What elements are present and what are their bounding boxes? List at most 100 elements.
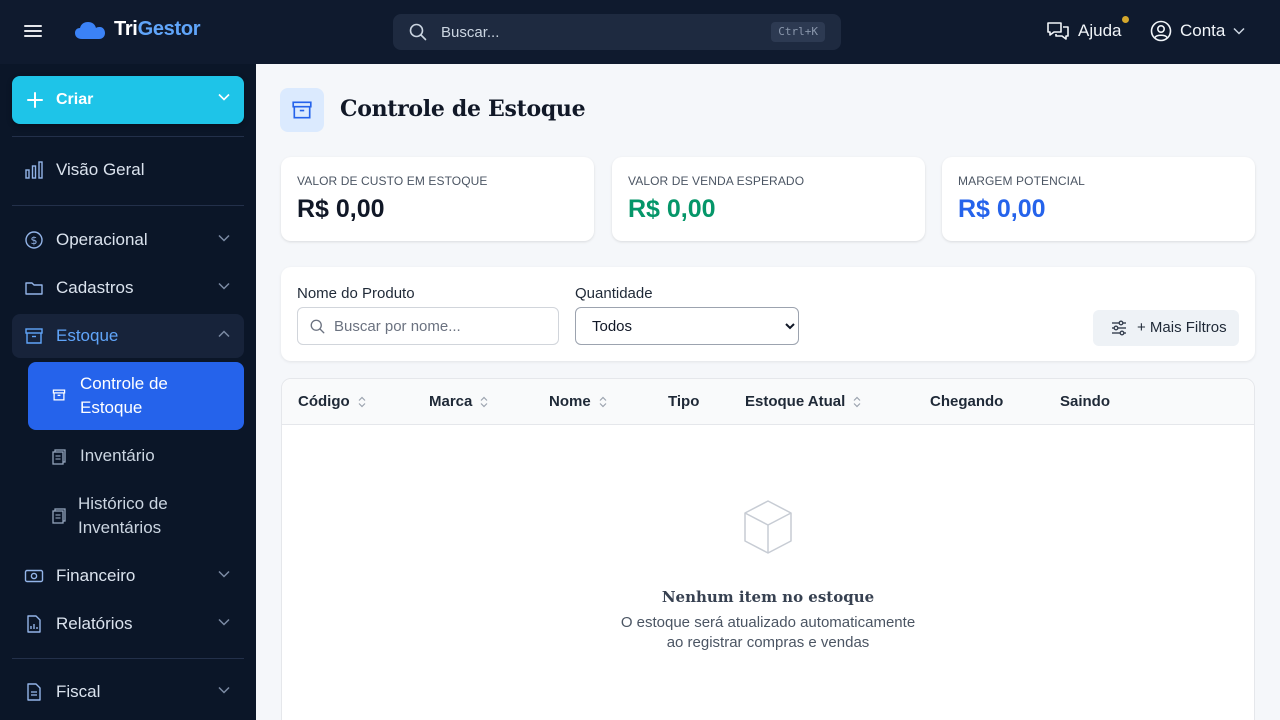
page-title: Controle de Estoque <box>340 96 586 122</box>
sidebar-divider <box>12 658 244 659</box>
chevron-down-icon <box>218 686 230 694</box>
clipboard-icon <box>52 449 66 465</box>
search-shortcut-badge: Ctrl+K <box>771 22 825 42</box>
sidebar-item-label: Fiscal <box>56 682 101 701</box>
summary-card-label: VALOR DE VENDA ESPERADO <box>628 174 805 188</box>
clipboard-icon <box>52 508 66 524</box>
column-header-label: Nome <box>549 393 591 410</box>
account-label: Conta <box>1180 21 1226 40</box>
sliders-icon <box>1112 320 1126 336</box>
filter-panel: Nome do Produto Quantidade Todos + Mais … <box>281 267 1255 361</box>
chevron-down-icon <box>218 234 230 242</box>
column-header-label: Tipo <box>668 393 700 410</box>
sidebar-item-label: Relatórios <box>56 614 133 633</box>
account-menu[interactable]: Conta <box>1150 20 1245 42</box>
app-logo[interactable]: TriGestor <box>74 18 201 41</box>
help-button[interactable]: Ajuda <box>1046 16 1129 42</box>
sidebar-item-stock[interactable]: Estoque <box>12 314 244 358</box>
sidebar-item-operational[interactable]: $ Operacional <box>12 218 244 262</box>
bar-chart-icon <box>25 161 43 179</box>
logo-part-tri: Tri <box>114 18 138 40</box>
menu-icon[interactable] <box>24 22 48 42</box>
summary-card-sale: VALOR DE VENDA ESPERADO R$ 0,00 <box>612 157 925 241</box>
folder-icon <box>25 282 43 295</box>
sidebar-item-label: Estoque <box>56 326 119 345</box>
sort-icon <box>480 396 488 407</box>
main-content: Controle de Estoque VALOR DE CUSTO EM ES… <box>256 64 1280 720</box>
chevron-down-icon <box>218 93 230 101</box>
empty-state-title: Nenhum item no estoque <box>661 588 875 606</box>
summary-card-value: R$ 0,00 <box>297 195 385 223</box>
create-button[interactable]: Criar <box>12 76 244 124</box>
search-icon <box>310 319 325 334</box>
sidebar-item-inventory-history[interactable]: Histórico de Inventários <box>28 490 244 542</box>
page-title-icon-box <box>280 88 324 132</box>
empty-box-icon <box>744 500 792 554</box>
sidebar-item-label: Controle de Estoque <box>80 374 168 417</box>
product-name-input[interactable] <box>334 308 554 344</box>
sidebar-item-label: Operacional <box>56 230 148 249</box>
summary-card-value: R$ 0,00 <box>628 195 716 223</box>
document-icon <box>27 683 41 701</box>
global-search[interactable]: Ctrl+K <box>393 14 841 50</box>
archive-icon <box>25 328 43 344</box>
sidebar-item-label: Visão Geral <box>56 160 145 179</box>
dollar-circle-icon: $ <box>25 231 43 249</box>
sidebar-item-stock-control[interactable]: Controle de Estoque <box>28 362 244 430</box>
sidebar-item-inventory[interactable]: Inventário <box>28 442 244 482</box>
table-header: Código Marca Nome Tipo Estoque Atual Che… <box>282 379 1254 425</box>
cloud-icon <box>75 21 105 39</box>
column-header-label: Chegando <box>930 393 1004 410</box>
sort-icon <box>599 396 607 407</box>
sidebar-item-registrations[interactable]: Cadastros <box>12 266 244 310</box>
app-name: TriGestor <box>114 18 201 41</box>
banknote-icon <box>24 569 44 583</box>
archive-icon <box>52 389 66 401</box>
user-circle-icon <box>1150 20 1172 42</box>
logo-part-gestor: Gestor <box>137 18 201 40</box>
sidebar-item-reports[interactable]: Relatórios <box>12 602 244 646</box>
column-header-current-stock[interactable]: Estoque Atual <box>745 393 861 410</box>
chevron-down-icon <box>218 618 230 626</box>
summary-card-margin: MARGEM POTENCIAL R$ 0,00 <box>942 157 1255 241</box>
more-filters-label: + Mais Filtros <box>1137 319 1227 336</box>
quantity-label: Quantidade <box>575 285 653 302</box>
top-bar: TriGestor Ctrl+K Ajuda Conta <box>0 0 1280 64</box>
plus-icon <box>27 92 43 108</box>
product-name-field[interactable] <box>297 307 559 345</box>
column-header-label: Estoque Atual <box>745 393 846 410</box>
archive-icon <box>292 101 312 119</box>
stock-table: Código Marca Nome Tipo Estoque Atual Che… <box>281 378 1255 720</box>
column-header-brand[interactable]: Marca <box>429 393 488 410</box>
sort-icon <box>853 396 861 407</box>
sidebar: Criar Visão Geral $ Operacional Cadastro… <box>0 64 256 720</box>
quantity-select[interactable]: Todos <box>575 307 799 345</box>
create-label: Criar <box>56 91 94 108</box>
column-header-label: Saindo <box>1060 393 1111 410</box>
chevron-down-icon <box>1233 27 1245 35</box>
sidebar-item-label: Inventário <box>80 446 155 465</box>
sidebar-item-overview[interactable]: Visão Geral <box>12 148 244 192</box>
summary-card-label: MARGEM POTENCIAL <box>958 174 1085 188</box>
summary-card-label: VALOR DE CUSTO EM ESTOQUE <box>297 174 488 188</box>
search-input[interactable] <box>441 14 741 50</box>
more-filters-button[interactable]: + Mais Filtros <box>1093 310 1239 346</box>
sidebar-divider <box>12 136 244 137</box>
search-icon <box>409 23 427 41</box>
column-header-code[interactable]: Código <box>298 393 366 410</box>
chat-bubbles-icon <box>1047 22 1069 40</box>
sidebar-item-label: Cadastros <box>56 278 134 297</box>
column-header-type: Tipo <box>668 393 699 410</box>
sidebar-item-financial[interactable]: Financeiro <box>12 554 244 598</box>
column-header-outgoing: Saindo <box>1060 393 1110 410</box>
summary-card-value: R$ 0,00 <box>958 195 1046 223</box>
svg-text:$: $ <box>31 234 38 247</box>
column-header-name[interactable]: Nome <box>549 393 607 410</box>
sidebar-item-label: Histórico de Inventários <box>78 494 168 537</box>
notification-dot <box>1122 16 1129 23</box>
sidebar-item-fiscal[interactable]: Fiscal <box>12 670 244 714</box>
help-label: Ajuda <box>1078 21 1122 40</box>
chevron-down-icon <box>218 570 230 578</box>
product-name-label: Nome do Produto <box>297 285 415 302</box>
sidebar-item-label: Financeiro <box>56 566 136 585</box>
